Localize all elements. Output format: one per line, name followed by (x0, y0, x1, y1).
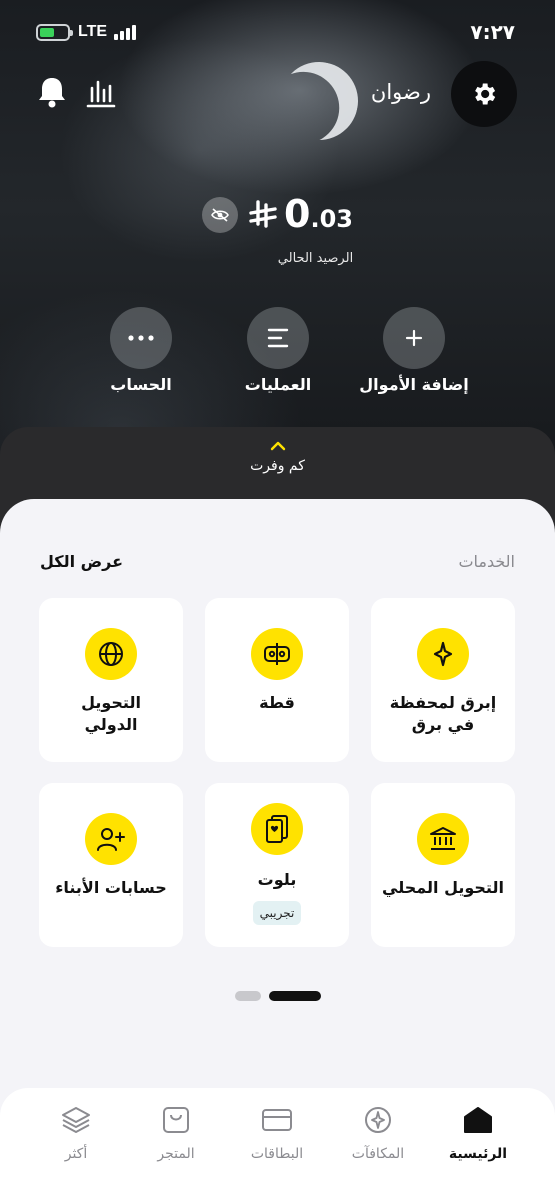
service-label-line1: التحويل (81, 693, 141, 712)
page-dot[interactable] (235, 991, 261, 1001)
transactions-button[interactable]: العمليات (208, 307, 348, 394)
store-icon (160, 1104, 192, 1136)
clock: ٧:٢٧ (470, 20, 515, 44)
service-tile-kids-accounts[interactable]: حسابات الأبناء (39, 783, 183, 947)
nav-store[interactable]: المتجر (128, 1104, 224, 1162)
username: رضوان (370, 80, 431, 104)
balance-decimal: .03 (310, 205, 353, 233)
transactions-label: العمليات (244, 375, 312, 394)
account-button[interactable]: الحساب (71, 307, 211, 394)
card-icon (261, 1104, 293, 1136)
service-tile-label: حسابات الأبناء (55, 878, 167, 897)
nav-cards[interactable]: البطاقات (229, 1104, 325, 1162)
page-indicator (0, 991, 555, 1001)
battery-icon (36, 24, 73, 41)
service-tile-barq-wallet[interactable]: إبرق لمحفظة في برق (371, 598, 515, 762)
moon-decoration (273, 55, 366, 148)
sparkle-icon (417, 628, 469, 680)
service-label-line2: الدولي (84, 715, 138, 734)
balance-row: 0.03 (0, 192, 555, 242)
split-icon (251, 628, 303, 680)
service-tile-label: التحويل المحلي (382, 878, 504, 897)
cards-icon (251, 803, 303, 855)
balance-integer: 0 (284, 192, 311, 236)
chevron-up-icon (270, 441, 286, 451)
nav-label: البطاقات (250, 1146, 304, 1162)
view-all-link[interactable]: عرض الكل (40, 552, 123, 571)
hide-balance-button[interactable] (202, 197, 238, 233)
stats-icon[interactable] (86, 78, 116, 108)
bottom-navigation: الرئيسية المكافآت البطاقات المتجر أكثر (0, 1088, 555, 1200)
settings-button[interactable] (451, 61, 517, 127)
network-type: LTE (78, 23, 108, 40)
service-tile-baloot[interactable]: بلوت تجريبي (205, 783, 349, 947)
quick-actions: إضافة الأموال العمليات الحساب (0, 307, 555, 407)
nav-more[interactable]: أكثر (28, 1104, 124, 1162)
nav-label: المتجر (157, 1146, 195, 1162)
service-tile-label: بلوت (257, 870, 297, 889)
bank-icon (417, 813, 469, 865)
add-funds-button[interactable]: إضافة الأموال (344, 307, 484, 394)
service-tile-local-transfer[interactable]: التحويل المحلي (371, 783, 515, 947)
layers-icon (60, 1104, 92, 1136)
savings-label: كم وفرت (250, 458, 305, 474)
nav-label: أكثر (64, 1146, 88, 1162)
service-tile-label: قطة (259, 693, 295, 712)
bell-icon[interactable] (36, 75, 68, 109)
balance-label: الرصيد الحالي (277, 251, 354, 266)
add-user-icon (85, 813, 137, 865)
service-tile-split[interactable]: قطة (205, 598, 349, 762)
riyal-icon (249, 200, 277, 228)
status-bar: LTE ٧:٢٧ (36, 20, 515, 46)
beta-badge: تجريبي (253, 901, 301, 925)
nav-home[interactable]: الرئيسية (430, 1104, 526, 1162)
plus-icon (383, 307, 445, 369)
service-label-line2: في برق (411, 715, 475, 734)
nav-label: المكافآت (351, 1146, 405, 1162)
nav-label: الرئيسية (448, 1146, 508, 1162)
account-label: الحساب (110, 375, 172, 394)
list-icon (247, 307, 309, 369)
rewards-icon (362, 1104, 394, 1136)
balance-amount: 0.03 (284, 192, 353, 236)
service-label-line1: إبرق لمحفظة (389, 693, 497, 712)
service-tile-label: إبرق لمحفظة في برق (377, 692, 509, 736)
service-tile-international-transfer[interactable]: التحويل الدولي (39, 598, 183, 762)
eye-off-icon (211, 208, 229, 222)
service-tile-label: التحويل الدولي (45, 692, 177, 736)
home-icon (462, 1104, 494, 1136)
page-dot-active[interactable] (269, 991, 321, 1001)
gear-icon (475, 83, 496, 105)
globe-icon (85, 628, 137, 680)
nav-rewards[interactable]: المكافآت (330, 1104, 426, 1162)
signal-icon (114, 24, 136, 40)
more-icon (110, 307, 172, 369)
services-title: الخدمات (458, 552, 515, 571)
add-funds-label: إضافة الأموال (359, 375, 469, 394)
